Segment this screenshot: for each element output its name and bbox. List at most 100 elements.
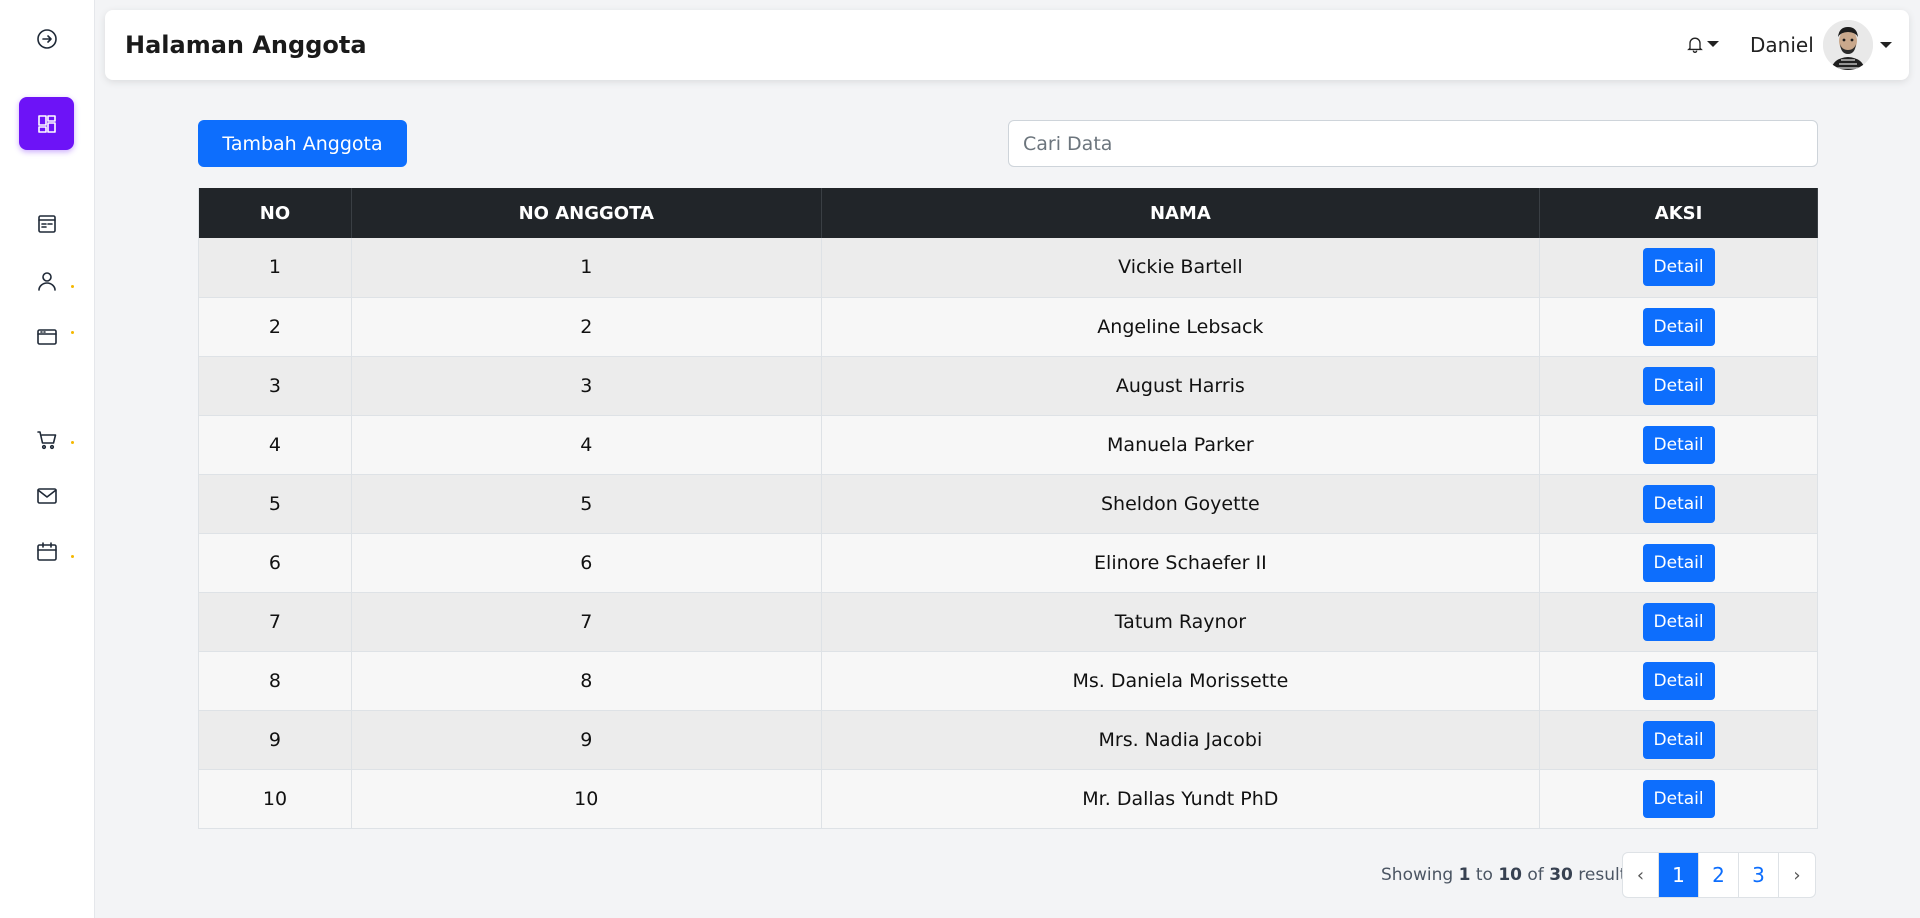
page-button-2[interactable]: 2 (1699, 853, 1739, 897)
table-row: 10 10 Mr. Dallas Yundt PhD Detail (198, 769, 1818, 829)
table-row: 7 7 Tatum Raynor Detail (198, 592, 1818, 652)
cell-nama: Angeline Lebsack (821, 297, 1541, 357)
notifications-dropdown[interactable] (1685, 34, 1719, 54)
page-button-1[interactable]: 1 (1659, 853, 1699, 897)
cell-nama: Vickie Bartell (821, 238, 1541, 298)
pagination-summary: Showing 1 to 10 of 30 results (1381, 860, 1635, 890)
cell-aksi: Detail (1539, 356, 1818, 416)
page-button-3[interactable]: 3 (1739, 853, 1779, 897)
detail-button[interactable]: Detail (1642, 602, 1715, 641)
sidebar-item-window[interactable] (19, 310, 75, 364)
mail-icon (37, 488, 57, 504)
cell-aksi: Detail (1539, 592, 1818, 652)
cell-no: 4 (198, 415, 352, 475)
add-member-button[interactable]: Tambah Anggota (198, 120, 407, 167)
detail-button[interactable]: Detail (1642, 661, 1715, 700)
detail-button[interactable]: Detail (1642, 543, 1715, 582)
sidebar-item-dashboard[interactable] (19, 97, 74, 150)
cell-nama: Manuela Parker (821, 415, 1541, 475)
detail-button[interactable]: Detail (1642, 425, 1715, 464)
cell-aksi: Detail (1539, 533, 1818, 593)
cell-no: 9 (198, 710, 352, 770)
cell-aksi: Detail (1539, 769, 1818, 829)
showing-prefix: Showing (1381, 865, 1454, 885)
pagination: ‹ 1 2 3 › (1622, 852, 1816, 898)
cell-no: 2 (198, 297, 352, 357)
table-row: 1 1 Vickie Bartell Detail (198, 238, 1818, 298)
avatar[interactable] (1823, 20, 1873, 70)
arrow-circle-right-icon (37, 29, 57, 49)
cell-nama: Sheldon Goyette (821, 474, 1541, 534)
detail-button[interactable]: Detail (1642, 248, 1715, 287)
cell-nama: Mrs. Nadia Jacobi (821, 710, 1541, 770)
sidebar-item-cart[interactable] (19, 413, 75, 467)
cell-no-anggota: 10 (351, 769, 822, 829)
chevron-down-icon (1707, 41, 1719, 47)
cell-aksi: Detail (1539, 474, 1818, 534)
page-title: Halaman Anggota (125, 31, 367, 59)
user-name[interactable]: Daniel (1750, 10, 1814, 80)
next-page-button[interactable]: › (1779, 853, 1815, 897)
column-header-no-anggota: NO ANGGOTA (351, 188, 822, 238)
detail-button[interactable]: Detail (1642, 720, 1715, 759)
table-row: 9 9 Mrs. Nadia Jacobi Detail (198, 710, 1818, 770)
cell-no-anggota: 1 (351, 238, 822, 298)
cell-no-anggota: 9 (351, 710, 822, 770)
cell-no: 8 (198, 651, 352, 711)
cell-nama: Elinore Schaefer II (821, 533, 1541, 593)
cell-no-anggota: 4 (351, 415, 822, 475)
detail-button[interactable]: Detail (1642, 307, 1715, 346)
cell-no: 1 (198, 238, 352, 298)
cell-no: 6 (198, 533, 352, 593)
cell-no-anggota: 5 (351, 474, 822, 534)
cell-aksi: Detail (1539, 710, 1818, 770)
showing-total: 30 (1549, 865, 1573, 885)
cart-icon (37, 431, 57, 450)
cell-nama: August Harris (821, 356, 1541, 416)
cell-no-anggota: 3 (351, 356, 822, 416)
sidebar-indicator-dot (71, 331, 74, 334)
table-row: 2 2 Angeline Lebsack Detail (198, 297, 1818, 357)
showing-from: 1 (1458, 865, 1471, 885)
sidebar (0, 0, 95, 918)
top-header: Halaman Anggota Daniel (105, 10, 1909, 80)
column-header-no: NO (198, 188, 352, 238)
detail-button[interactable]: Detail (1642, 366, 1715, 405)
document-list-icon (38, 215, 56, 233)
sidebar-item-user[interactable] (19, 254, 75, 308)
cell-nama: Tatum Raynor (821, 592, 1541, 652)
prev-page-button[interactable]: ‹ (1623, 853, 1659, 897)
table-row: 6 6 Elinore Schaefer II Detail (198, 533, 1818, 593)
detail-button[interactable]: Detail (1642, 779, 1715, 818)
calendar-icon (37, 542, 57, 561)
cell-no-anggota: 6 (351, 533, 822, 593)
sidebar-indicator-dot (71, 555, 74, 558)
chevron-down-icon[interactable] (1880, 42, 1892, 48)
cell-aksi: Detail (1539, 238, 1818, 298)
showing-to-word: to (1475, 865, 1493, 885)
user-icon (38, 272, 56, 291)
cell-no: 5 (198, 474, 352, 534)
search-input[interactable] (1008, 120, 1818, 167)
table-row: 3 3 August Harris Detail (198, 356, 1818, 416)
browser-window-icon (37, 329, 57, 345)
cell-no-anggota: 7 (351, 592, 822, 652)
sidebar-item-calendar[interactable] (19, 525, 75, 579)
table-row: 4 4 Manuela Parker Detail (198, 415, 1818, 475)
sidebar-indicator-dot (71, 285, 74, 288)
sidebar-item-mail[interactable] (19, 469, 75, 523)
cell-nama: Mr. Dallas Yundt PhD (821, 769, 1541, 829)
sidebar-toggle-button[interactable] (19, 12, 75, 66)
cell-aksi: Detail (1539, 651, 1818, 711)
sidebar-item-documents[interactable] (19, 197, 75, 251)
column-header-aksi: AKSI (1539, 188, 1818, 238)
table-row: 5 5 Sheldon Goyette Detail (198, 474, 1818, 534)
column-header-nama: NAMA (821, 188, 1541, 238)
cell-aksi: Detail (1539, 297, 1818, 357)
bell-icon (1687, 37, 1703, 53)
showing-to: 10 (1498, 865, 1522, 885)
detail-button[interactable]: Detail (1642, 484, 1715, 523)
dashboard-grid-icon (37, 114, 56, 133)
cell-aksi: Detail (1539, 415, 1818, 475)
showing-of-word: of (1527, 865, 1544, 885)
